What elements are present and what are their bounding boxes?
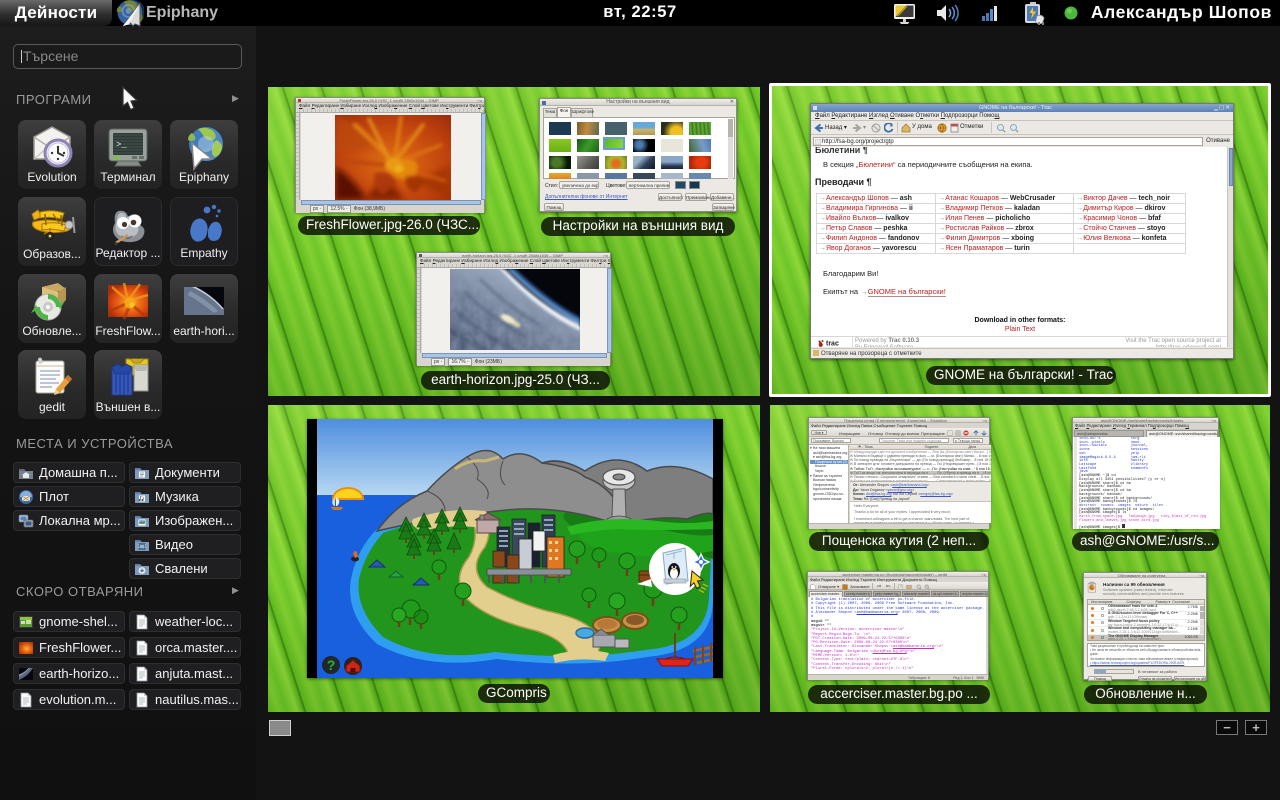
svg-text:>_: >_ [116, 140, 127, 150]
svg-text:?: ? [327, 657, 336, 673]
svg-text:trac: trac [826, 341, 839, 348]
